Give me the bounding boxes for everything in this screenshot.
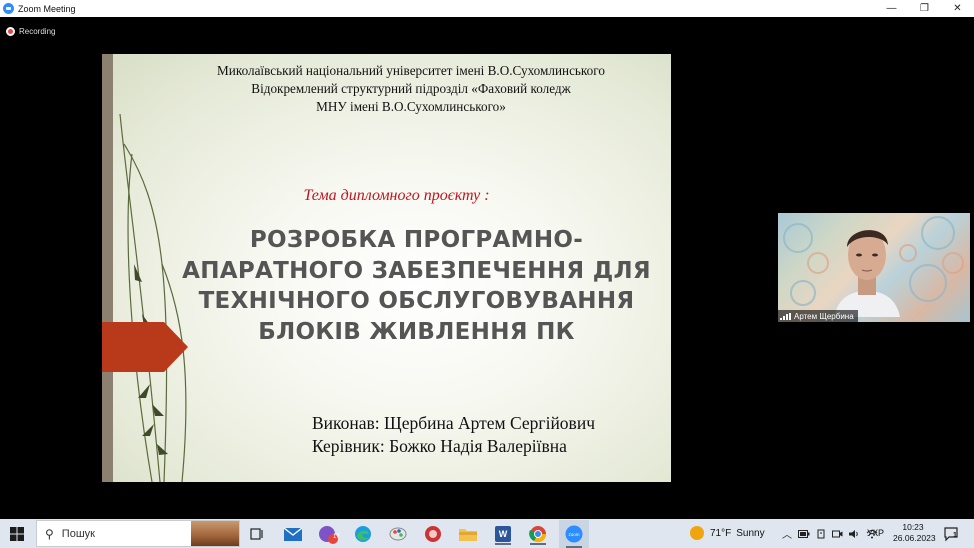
paint-icon [389,527,407,541]
system-tray: ︿ [782,526,878,541]
task-view-button[interactable] [245,523,269,545]
theme-label: Тема дипломного проєкту : [303,187,490,204]
task-view-icon [250,528,263,540]
project-title-line: БЛОКІВ ЖИВЛЕННЯ ПК [258,318,575,345]
institution-line: Відокремлений структурний підрозділ «Фах… [251,81,571,96]
weather-temp: 71°F [710,527,732,539]
minimize-icon: — [886,3,897,14]
viber-badge: 17 [333,534,340,540]
recording-indicator[interactable]: Recording [6,24,55,38]
shared-screen[interactable]: Миколаївський національний університет і… [6,54,766,482]
project-title-line: АПАРАТНОГО ЗАБЕЗПЕЧЕННЯ ДЛЯ [182,257,651,284]
taskbar-edge[interactable] [351,523,375,545]
close-icon: ✕ [953,3,962,14]
zoom-label: zoom [568,531,580,537]
window-controls: — ❐ ✕ [875,0,974,17]
word-letter: W [498,529,508,539]
chevron-up-icon[interactable]: ︿ [782,526,792,541]
taskbar-app-studio[interactable] [421,523,445,545]
notification-icon [944,527,958,542]
window-title: Zoom Meeting [18,3,76,14]
supervisor-line: Керівник: Божко Надія Валеріївна [312,436,567,456]
participant-name: Артем Щербина [794,311,854,321]
windows-icon [10,526,24,541]
search-placeholder: Пошук [61,527,95,540]
restore-button[interactable]: ❐ [908,0,941,17]
folder-icon [459,529,477,541]
notification-count: 1 [953,532,957,539]
signal-icon [780,312,791,320]
author-line: Виконав: Щербина Артем Сергійович [312,413,595,433]
camera-icon[interactable] [832,529,843,539]
participant-label: Артем Щербина [778,310,858,322]
taskbar-mail[interactable] [281,523,305,545]
restore-icon: ❐ [920,3,929,14]
participant-video-tile[interactable]: Артем Щербина [778,213,970,322]
project-title: РОЗРОБКА ПРОГРАМНО- АПАРАТНОГО ЗАБЕЗПЕЧЕ… [156,225,677,347]
weather-widget[interactable]: 71°F Sunny [690,526,765,540]
minimize-button[interactable]: — [875,0,908,17]
input-language[interactable]: УКР [867,528,884,538]
project-title-line: ТЕХНІЧНОГО ОБСЛУГОВУВАННЯ [198,288,635,314]
zoom-app-icon [3,3,14,14]
clock[interactable]: 10:23 26.06.2023 [893,522,936,544]
project-title-line: РОЗРОБКА ПРОГРАМНО- [249,227,584,253]
notification-center-button[interactable]: 1 [944,526,960,542]
institution-heading: Миколаївський національний університет і… [102,62,720,116]
participant-face [834,230,900,317]
taskbar-file-explorer[interactable] [456,523,480,545]
title-bar: Zoom Meeting — ❐ ✕ [0,0,974,17]
edge-icon [355,526,371,542]
sun-icon [690,526,704,540]
usb-device-icon[interactable] [816,529,826,539]
search-icon: ⚲ [45,526,54,541]
taskbar-viber[interactable]: 17 [316,523,340,545]
recording-label: Recording [19,26,56,36]
clock-date: 26.06.2023 [893,533,936,543]
battery-icon[interactable] [798,529,810,539]
credits: Виконав: Щербина Артем Сергійович Керівн… [312,412,662,458]
taskbar-chrome[interactable] [526,523,550,545]
art-app-icon [425,526,441,542]
close-button[interactable]: ✕ [941,0,974,17]
search-highlight-image [191,521,239,546]
running-indicator [530,543,546,545]
taskbar: ⚲ Пошук 17 W zoom 71°F Sunny ︿ УКР 10:23… [0,519,974,548]
weather-condition: Sunny [736,527,765,539]
institution-line: Миколаївський національний університет і… [217,63,605,78]
screen: Zoom Meeting — ❐ ✕ Recording Миколаївськ… [0,0,974,548]
speaker-icon[interactable] [849,529,860,539]
chrome-icon [529,526,547,543]
taskbar-app-paint[interactable] [386,523,410,545]
mail-icon [284,527,302,541]
institution-line: МНУ імені В.О.Сухомлинського» [316,99,506,114]
running-indicator [495,543,511,545]
taskbar-search-box[interactable]: ⚲ Пошук [36,520,240,547]
start-button[interactable] [0,519,34,548]
clock-time: 10:23 [902,522,924,532]
taskbar-zoom[interactable]: zoom [559,520,589,548]
taskbar-word[interactable]: W [491,523,515,545]
record-icon [6,26,15,36]
